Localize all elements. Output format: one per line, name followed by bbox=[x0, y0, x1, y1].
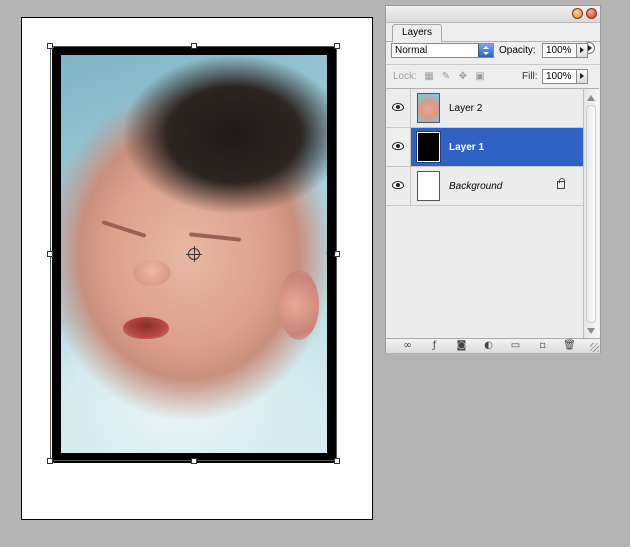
document-canvas[interactable] bbox=[21, 17, 373, 520]
blend-mode-value: Normal bbox=[395, 45, 428, 56]
layer-style-fx-icon[interactable]: ƒ bbox=[428, 341, 441, 351]
minimize-icon[interactable] bbox=[572, 8, 583, 19]
transform-handle-bottom-left[interactable] bbox=[47, 458, 53, 464]
transform-handle-bottom-right[interactable] bbox=[334, 458, 340, 464]
baby-nose bbox=[133, 260, 171, 286]
transform-pivot-icon[interactable] bbox=[186, 246, 202, 262]
panel-titlebar[interactable] bbox=[386, 6, 600, 23]
scroll-thumb[interactable] bbox=[586, 105, 596, 323]
fill-input[interactable]: 100% bbox=[542, 69, 577, 84]
eye-icon bbox=[392, 103, 404, 111]
lock-transparency-icon[interactable]: ▦ bbox=[423, 71, 435, 82]
eye-icon bbox=[392, 181, 404, 189]
resize-grip-icon[interactable] bbox=[590, 343, 599, 352]
adjustment-layer-icon[interactable]: ◐ bbox=[482, 341, 495, 351]
opacity-label: Opacity: bbox=[499, 45, 536, 56]
fill-label: Fill: bbox=[522, 71, 538, 82]
baby-mouth bbox=[123, 317, 169, 339]
layer-thumbnail bbox=[416, 131, 441, 163]
new-group-folder-icon[interactable]: ▭ bbox=[509, 341, 522, 351]
layer-name[interactable]: Layer 1 bbox=[449, 141, 484, 154]
blend-mode-select[interactable]: Normal bbox=[391, 43, 494, 58]
lock-label: Lock: bbox=[393, 71, 417, 82]
delete-layer-trash-icon[interactable]: 🗑 bbox=[563, 341, 576, 351]
layer-thumbnail bbox=[417, 93, 440, 123]
close-icon[interactable] bbox=[586, 8, 597, 19]
eye-icon bbox=[392, 142, 404, 150]
baby-ear bbox=[279, 270, 319, 340]
transform-handle-top-left[interactable] bbox=[47, 43, 53, 49]
link-layers-icon[interactable]: ∞ bbox=[401, 341, 414, 351]
visibility-toggle[interactable] bbox=[386, 89, 411, 127]
lock-image-brush-icon[interactable]: ✎ bbox=[440, 71, 452, 82]
transform-handle-bottom-middle[interactable] bbox=[191, 458, 197, 464]
divider bbox=[386, 64, 600, 65]
layers-scrollbar[interactable] bbox=[583, 88, 599, 340]
baby-right-eye bbox=[188, 232, 242, 242]
layer-lock-icon bbox=[557, 178, 565, 189]
lock-all-padlock-icon[interactable]: ▣ bbox=[474, 71, 486, 82]
add-mask-icon[interactable]: ◙ bbox=[455, 341, 468, 351]
fill-slider-arrow-icon[interactable] bbox=[576, 69, 588, 84]
layer-row-layer-2[interactable]: Layer 2 bbox=[386, 89, 583, 128]
opacity-input[interactable]: 100% bbox=[542, 43, 577, 58]
opacity-slider-arrow-icon[interactable] bbox=[576, 43, 588, 58]
layer-row-layer-1[interactable]: Layer 1 bbox=[386, 128, 583, 167]
resize-cursor-icon: ↔ bbox=[326, 246, 337, 260]
layer-row-background[interactable]: Background bbox=[386, 167, 583, 206]
scroll-up-icon[interactable] bbox=[587, 95, 595, 101]
layers-panel: Layers Normal Opacity: 100% Lock: ▦ ✎ ✥ … bbox=[385, 5, 601, 353]
visibility-toggle[interactable] bbox=[386, 167, 411, 205]
layer-name[interactable]: Layer 2 bbox=[449, 102, 482, 115]
transform-handle-middle-left[interactable] bbox=[47, 251, 53, 257]
panel-tab-row: Layers bbox=[386, 23, 600, 54]
layers-list: Layer 2 Layer 1 Background bbox=[386, 88, 583, 339]
layer-name[interactable]: Background bbox=[449, 180, 502, 193]
lock-position-move-icon[interactable]: ✥ bbox=[457, 71, 469, 82]
panel-bottom-bar: ∞ ƒ ◙ ◐ ▭ ▫ 🗑 bbox=[386, 338, 600, 353]
select-arrows-icon bbox=[478, 44, 493, 57]
visibility-toggle[interactable] bbox=[386, 128, 411, 166]
transform-handle-top-middle[interactable] bbox=[191, 43, 197, 49]
baby-left-eye bbox=[101, 219, 147, 239]
new-layer-icon[interactable]: ▫ bbox=[536, 341, 549, 351]
layer-thumbnail bbox=[417, 171, 440, 201]
scroll-down-icon[interactable] bbox=[587, 328, 595, 334]
tab-layers[interactable]: Layers bbox=[392, 24, 443, 42]
transform-handle-top-right[interactable] bbox=[334, 43, 340, 49]
